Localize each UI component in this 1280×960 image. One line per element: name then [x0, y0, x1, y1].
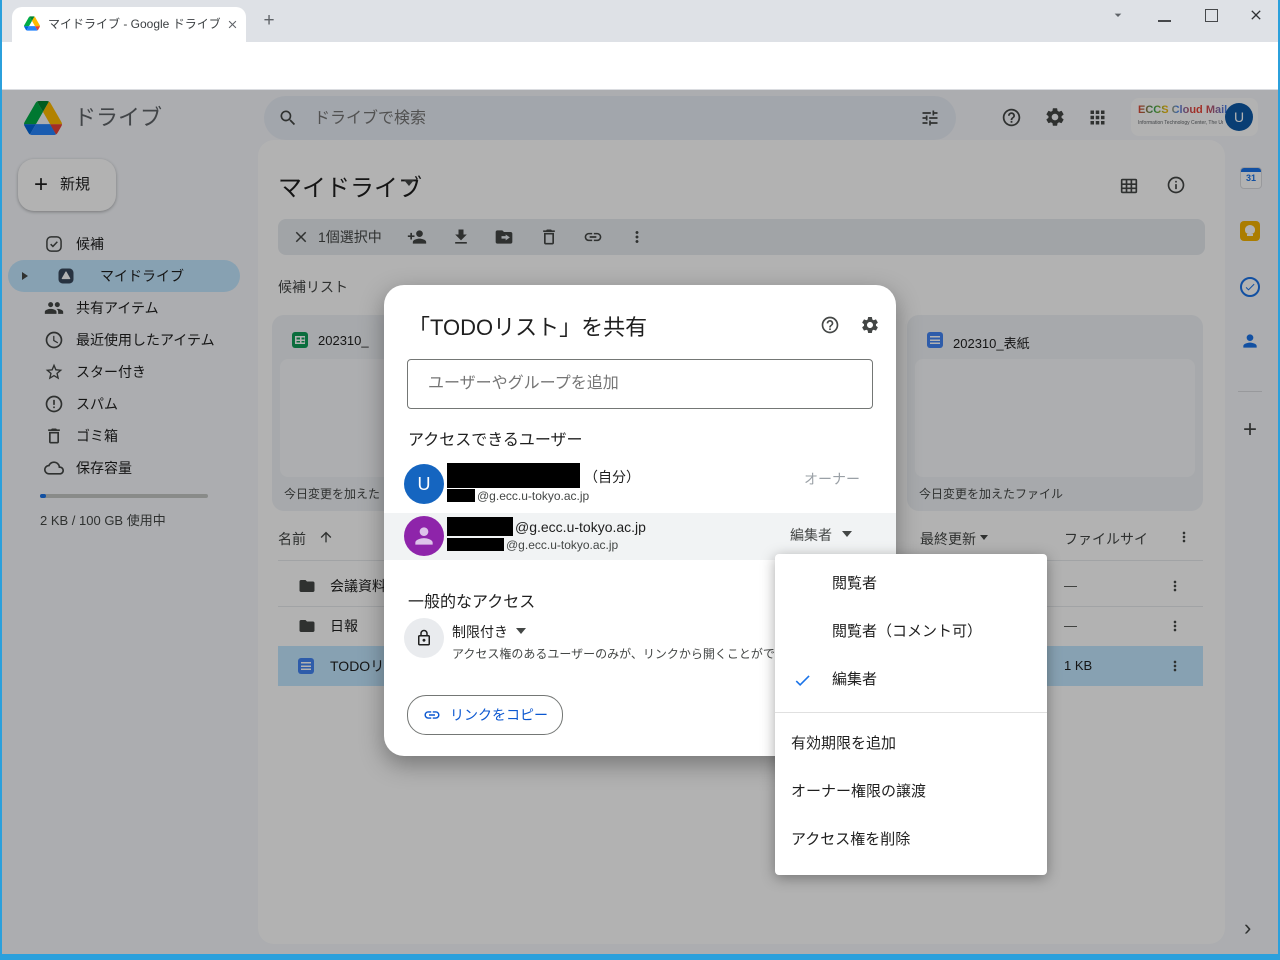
add-people-input[interactable] [426, 368, 850, 400]
dialog-title: 「TODOリスト」を共有 [408, 310, 647, 342]
general-access-heading: 一般的なアクセス [408, 588, 535, 612]
drive-favicon [24, 16, 40, 31]
add-people-field[interactable] [407, 359, 873, 409]
check-icon [793, 671, 812, 690]
window-minimize-button[interactable] [1158, 20, 1171, 22]
redacted-owner-email-prefix [447, 489, 475, 502]
window-maximize-button[interactable] [1205, 9, 1218, 22]
role-caret-icon[interactable] [842, 531, 852, 537]
owner-role-label: オーナー [804, 469, 860, 489]
menu-item-label: アクセス権を削除 [791, 816, 910, 864]
editor-email: @g.ecc.u-tokyo.ac.jp [506, 538, 618, 552]
copy-link-button[interactable]: リンクをコピー [407, 695, 563, 735]
new-tab-button[interactable]: + [258, 10, 280, 32]
application-window: マイドライブ - Google ドライブ + drive.google.com/… [0, 0, 1280, 960]
redacted-editor-name [447, 517, 513, 536]
owner-self-label: （自分） [584, 467, 640, 487]
menu-item-editor[interactable]: 編集者 [775, 656, 1047, 704]
access-heading: アクセスできるユーザー [408, 426, 583, 450]
window-border-bottom [0, 954, 1280, 960]
menu-divider [775, 712, 1047, 713]
owner-row: U （自分） @g.ecc.u-tokyo.ac.jp オーナー [384, 457, 896, 511]
role-menu: 閲覧者 閲覧者（コメント可） 編集者 有効期限を追加 オーナー権限の譲渡 アクセ… [775, 554, 1047, 875]
dialog-help-icon[interactable] [820, 315, 840, 335]
dialog-settings-gear-icon[interactable] [860, 315, 880, 335]
copy-link-label: リンクをコピー [450, 696, 548, 734]
editor-role-dropdown[interactable]: 編集者 [790, 525, 832, 545]
lock-icon [415, 629, 433, 647]
editor-name-suffix: @g.ecc.u-tokyo.ac.jp [515, 519, 646, 535]
menu-item-label: 編集者 [832, 656, 877, 704]
general-access-dropdown[interactable]: 制限付き [452, 622, 508, 642]
browser-toolbar: drive.google.com/drive/my-drive U [0, 42, 1280, 90]
general-access-description: アクセス権のあるユーザーのみが、リンクから開くことができます [452, 645, 811, 662]
menu-item-label: オーナー権限の譲渡 [791, 768, 926, 816]
menu-item-transfer-ownership[interactable]: オーナー権限の譲渡 [775, 768, 1047, 816]
window-border-left [0, 0, 2, 960]
editor-avatar [404, 516, 444, 556]
tab-close-icon[interactable] [226, 18, 239, 31]
menu-item-label: 閲覧者（コメント可） [832, 608, 982, 656]
editor-row[interactable]: @g.ecc.u-tokyo.ac.jp @g.ecc.u-tokyo.ac.j… [384, 513, 896, 560]
menu-item-viewer[interactable]: 閲覧者 [775, 560, 1047, 608]
redacted-owner-name [447, 463, 580, 488]
browser-tab[interactable]: マイドライブ - Google ドライブ [12, 7, 246, 42]
menu-item-label: 有効期限を追加 [791, 720, 896, 768]
menu-item-remove-access[interactable]: アクセス権を削除 [775, 816, 1047, 864]
restricted-lock-badge [404, 618, 444, 658]
tab-search-chevron-icon[interactable] [1110, 7, 1126, 23]
redacted-editor-email-prefix [447, 538, 504, 551]
link-icon [423, 706, 441, 724]
owner-email: @g.ecc.u-tokyo.ac.jp [477, 489, 589, 503]
tab-title: マイドライブ - Google ドライブ [48, 7, 220, 42]
menu-item-label: 閲覧者 [832, 560, 877, 608]
window-close-button[interactable] [1248, 7, 1264, 23]
browser-tab-strip: マイドライブ - Google ドライブ + [0, 0, 1280, 42]
person-icon [411, 523, 437, 549]
general-access-caret-icon[interactable] [516, 628, 526, 634]
owner-avatar: U [404, 464, 444, 504]
menu-item-add-expiration[interactable]: 有効期限を追加 [775, 720, 1047, 768]
menu-item-commenter[interactable]: 閲覧者（コメント可） [775, 608, 1047, 656]
